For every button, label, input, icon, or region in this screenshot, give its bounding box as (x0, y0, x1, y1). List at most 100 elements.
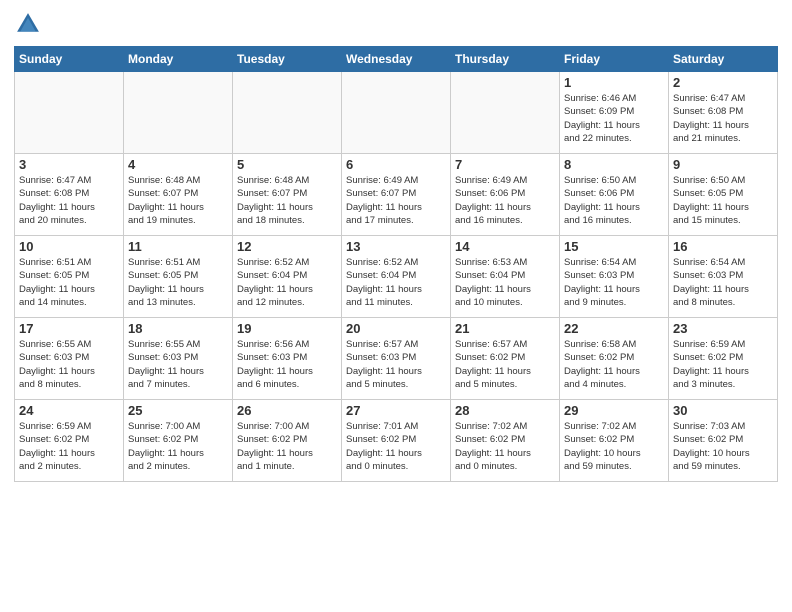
calendar-cell: 25 Sunrise: 7:00 AM Sunset: 6:02 PM Dayli… (124, 400, 233, 482)
calendar-cell: 4 Sunrise: 6:48 AM Sunset: 6:07 PM Daylig… (124, 154, 233, 236)
calendar-cell (451, 72, 560, 154)
calendar-cell: 18 Sunrise: 6:55 AM Sunset: 6:03 PM Dayli… (124, 318, 233, 400)
week-row-5: 24 Sunrise: 6:59 AM Sunset: 6:02 PM Dayli… (15, 400, 778, 482)
day-info: Sunrise: 6:59 AM Sunset: 6:02 PM Dayligh… (19, 420, 119, 473)
day-number: 6 (346, 157, 446, 172)
day-number: 4 (128, 157, 228, 172)
day-number: 5 (237, 157, 337, 172)
calendar-cell: 14 Sunrise: 6:53 AM Sunset: 6:04 PM Dayli… (451, 236, 560, 318)
day-info: Sunrise: 6:49 AM Sunset: 6:06 PM Dayligh… (455, 174, 555, 227)
header (14, 10, 778, 38)
calendar: SundayMondayTuesdayWednesdayThursdayFrid… (14, 46, 778, 482)
day-number: 14 (455, 239, 555, 254)
calendar-cell: 22 Sunrise: 6:58 AM Sunset: 6:02 PM Dayli… (560, 318, 669, 400)
calendar-cell: 12 Sunrise: 6:52 AM Sunset: 6:04 PM Dayli… (233, 236, 342, 318)
day-number: 21 (455, 321, 555, 336)
calendar-cell: 9 Sunrise: 6:50 AM Sunset: 6:05 PM Daylig… (669, 154, 778, 236)
day-info: Sunrise: 6:50 AM Sunset: 6:05 PM Dayligh… (673, 174, 773, 227)
calendar-cell: 27 Sunrise: 7:01 AM Sunset: 6:02 PM Dayli… (342, 400, 451, 482)
calendar-cell: 26 Sunrise: 7:00 AM Sunset: 6:02 PM Dayli… (233, 400, 342, 482)
day-info: Sunrise: 6:58 AM Sunset: 6:02 PM Dayligh… (564, 338, 664, 391)
day-info: Sunrise: 6:51 AM Sunset: 6:05 PM Dayligh… (128, 256, 228, 309)
calendar-cell: 19 Sunrise: 6:56 AM Sunset: 6:03 PM Dayli… (233, 318, 342, 400)
day-number: 9 (673, 157, 773, 172)
calendar-cell: 30 Sunrise: 7:03 AM Sunset: 6:02 PM Dayli… (669, 400, 778, 482)
day-info: Sunrise: 6:50 AM Sunset: 6:06 PM Dayligh… (564, 174, 664, 227)
day-info: Sunrise: 7:00 AM Sunset: 6:02 PM Dayligh… (128, 420, 228, 473)
day-number: 24 (19, 403, 119, 418)
day-number: 8 (564, 157, 664, 172)
calendar-cell (15, 72, 124, 154)
day-info: Sunrise: 7:02 AM Sunset: 6:02 PM Dayligh… (455, 420, 555, 473)
day-number: 3 (19, 157, 119, 172)
calendar-cell: 5Sunrise: 6:48 AM Sunset: 6:07 PM Daylig… (233, 154, 342, 236)
calendar-cell: 15 Sunrise: 6:54 AM Sunset: 6:03 PM Dayli… (560, 236, 669, 318)
day-info: Sunrise: 6:54 AM Sunset: 6:03 PM Dayligh… (564, 256, 664, 309)
weekday-header-thursday: Thursday (451, 47, 560, 72)
day-number: 26 (237, 403, 337, 418)
logo-icon (14, 10, 42, 38)
calendar-cell: 17Sunrise: 6:55 AM Sunset: 6:03 PM Dayli… (15, 318, 124, 400)
day-info: Sunrise: 6:55 AM Sunset: 6:03 PM Dayligh… (19, 338, 119, 391)
calendar-cell: 16 Sunrise: 6:54 AM Sunset: 6:03 PM Dayli… (669, 236, 778, 318)
day-number: 13 (346, 239, 446, 254)
day-info: Sunrise: 6:53 AM Sunset: 6:04 PM Dayligh… (455, 256, 555, 309)
day-info: Sunrise: 6:49 AM Sunset: 6:07 PM Dayligh… (346, 174, 446, 227)
day-number: 16 (673, 239, 773, 254)
day-info: Sunrise: 7:00 AM Sunset: 6:02 PM Dayligh… (237, 420, 337, 473)
day-number: 19 (237, 321, 337, 336)
day-info: Sunrise: 6:48 AM Sunset: 6:07 PM Dayligh… (128, 174, 228, 227)
day-number: 18 (128, 321, 228, 336)
day-number: 12 (237, 239, 337, 254)
calendar-cell: 10 Sunrise: 6:51 AM Sunset: 6:05 PM Dayli… (15, 236, 124, 318)
calendar-cell: 1 Sunrise: 6:46 AM Sunset: 6:09 PM Daylig… (560, 72, 669, 154)
weekday-header-sunday: Sunday (15, 47, 124, 72)
day-info: Sunrise: 6:51 AM Sunset: 6:05 PM Dayligh… (19, 256, 119, 309)
day-info: Sunrise: 6:56 AM Sunset: 6:03 PM Dayligh… (237, 338, 337, 391)
week-row-2: 3 Sunrise: 6:47 AM Sunset: 6:08 PM Daylig… (15, 154, 778, 236)
day-number: 2 (673, 75, 773, 90)
day-number: 29 (564, 403, 664, 418)
day-info: Sunrise: 7:01 AM Sunset: 6:02 PM Dayligh… (346, 420, 446, 473)
day-number: 30 (673, 403, 773, 418)
day-number: 22 (564, 321, 664, 336)
calendar-cell: 2 Sunrise: 6:47 AM Sunset: 6:08 PM Daylig… (669, 72, 778, 154)
calendar-cell: 8 Sunrise: 6:50 AM Sunset: 6:06 PM Daylig… (560, 154, 669, 236)
week-row-4: 17Sunrise: 6:55 AM Sunset: 6:03 PM Dayli… (15, 318, 778, 400)
day-info: Sunrise: 6:47 AM Sunset: 6:08 PM Dayligh… (19, 174, 119, 227)
weekday-header-row: SundayMondayTuesdayWednesdayThursdayFrid… (15, 47, 778, 72)
calendar-cell: 29Sunrise: 7:02 AM Sunset: 6:02 PM Dayli… (560, 400, 669, 482)
calendar-cell: 20Sunrise: 6:57 AM Sunset: 6:03 PM Dayli… (342, 318, 451, 400)
weekday-header-friday: Friday (560, 47, 669, 72)
week-row-1: 1 Sunrise: 6:46 AM Sunset: 6:09 PM Daylig… (15, 72, 778, 154)
day-number: 10 (19, 239, 119, 254)
day-number: 28 (455, 403, 555, 418)
day-number: 25 (128, 403, 228, 418)
calendar-cell: 23Sunrise: 6:59 AM Sunset: 6:02 PM Dayli… (669, 318, 778, 400)
weekday-header-wednesday: Wednesday (342, 47, 451, 72)
day-info: Sunrise: 6:47 AM Sunset: 6:08 PM Dayligh… (673, 92, 773, 145)
day-number: 1 (564, 75, 664, 90)
calendar-cell: 11 Sunrise: 6:51 AM Sunset: 6:05 PM Dayli… (124, 236, 233, 318)
day-info: Sunrise: 6:52 AM Sunset: 6:04 PM Dayligh… (237, 256, 337, 309)
calendar-cell (233, 72, 342, 154)
calendar-cell: 13 Sunrise: 6:52 AM Sunset: 6:04 PM Dayli… (342, 236, 451, 318)
calendar-cell: 28 Sunrise: 7:02 AM Sunset: 6:02 PM Dayli… (451, 400, 560, 482)
calendar-cell (342, 72, 451, 154)
page: SundayMondayTuesdayWednesdayThursdayFrid… (0, 0, 792, 492)
calendar-cell: 3 Sunrise: 6:47 AM Sunset: 6:08 PM Daylig… (15, 154, 124, 236)
weekday-header-monday: Monday (124, 47, 233, 72)
day-number: 7 (455, 157, 555, 172)
day-number: 11 (128, 239, 228, 254)
day-info: Sunrise: 7:03 AM Sunset: 6:02 PM Dayligh… (673, 420, 773, 473)
day-number: 15 (564, 239, 664, 254)
day-info: Sunrise: 6:46 AM Sunset: 6:09 PM Dayligh… (564, 92, 664, 145)
day-number: 27 (346, 403, 446, 418)
day-info: Sunrise: 6:52 AM Sunset: 6:04 PM Dayligh… (346, 256, 446, 309)
calendar-cell: 24 Sunrise: 6:59 AM Sunset: 6:02 PM Dayli… (15, 400, 124, 482)
day-info: Sunrise: 6:57 AM Sunset: 6:02 PM Dayligh… (455, 338, 555, 391)
day-info: Sunrise: 6:54 AM Sunset: 6:03 PM Dayligh… (673, 256, 773, 309)
day-info: Sunrise: 6:55 AM Sunset: 6:03 PM Dayligh… (128, 338, 228, 391)
day-number: 20 (346, 321, 446, 336)
day-number: 23 (673, 321, 773, 336)
